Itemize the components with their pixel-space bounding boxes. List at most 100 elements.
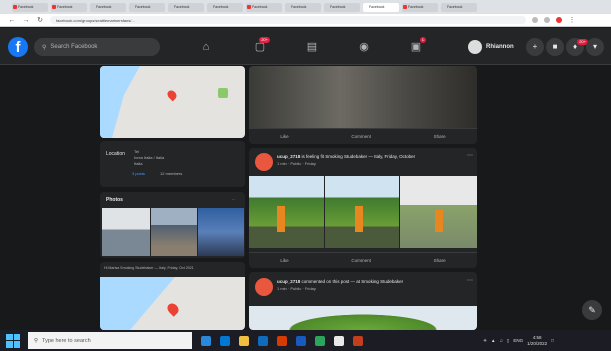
comment-button[interactable]: Comment — [351, 134, 371, 139]
share-button[interactable]: Share — [434, 258, 446, 263]
task-view-icon[interactable] — [201, 335, 211, 346]
post-photo[interactable] — [249, 176, 324, 248]
extension-icon[interactable] — [556, 17, 562, 23]
browser-tab[interactable]: Facebook — [129, 2, 165, 12]
weather-icon[interactable]: ☀ — [483, 338, 487, 344]
forward-icon[interactable]: → — [22, 17, 30, 24]
search-icon: ⚲ — [34, 337, 39, 344]
post-image[interactable] — [249, 66, 477, 128]
browser-tab[interactable]: Facebook — [12, 2, 48, 12]
photo-thumbnail[interactable] — [198, 208, 244, 256]
map-water — [100, 277, 175, 330]
photos-more-icon[interactable]: ... — [232, 196, 235, 201]
browser-tab[interactable]: Facebook — [324, 2, 360, 12]
browser-tab-strip: Facebook Facebook Facebook Facebook Face… — [0, 0, 611, 14]
avatar[interactable] — [255, 153, 273, 171]
post-options-icon[interactable]: ⋯ — [467, 277, 473, 284]
powerpoint-icon[interactable] — [353, 335, 363, 346]
menu-dots-icon[interactable]: ⋮ — [568, 16, 576, 24]
person-figure — [435, 210, 443, 232]
extension-icon[interactable] — [532, 17, 538, 23]
edge-icon[interactable] — [220, 335, 230, 346]
map-card: Hi Marisa Smoking Studebaker — Italy, Fr… — [100, 262, 245, 330]
location-map[interactable] — [100, 277, 245, 330]
gaming-tab-icon[interactable]: ▣ 1 — [396, 36, 436, 58]
post-author[interactable]: ucup_2718 — [277, 154, 300, 159]
notifications-icon[interactable]: ♦ 20+ — [566, 38, 588, 56]
browser-tab[interactable]: Facebook — [402, 2, 438, 12]
notification-center-icon[interactable]: □ — [551, 338, 554, 343]
like-button[interactable]: Like — [280, 258, 288, 263]
browser-tab[interactable]: Facebook — [90, 2, 126, 12]
gaming-badge: 1 — [419, 37, 426, 43]
language-icon[interactable]: ENG — [513, 338, 523, 343]
about-label: Location — [106, 151, 125, 157]
about-card: Location Tel Ivrea Italia / Italia Itali… — [100, 141, 245, 187]
create-icon[interactable]: + — [526, 38, 544, 56]
avatar[interactable] — [255, 278, 273, 296]
map-pin-icon — [165, 301, 181, 317]
map-water — [100, 66, 140, 138]
browser-tab[interactable]: Facebook — [246, 2, 282, 12]
about-stat[interactable]: 3 posts — [132, 171, 145, 176]
photo-thumbnail[interactable] — [151, 208, 197, 256]
post-meta: 1 min · Public · Friday — [277, 161, 316, 166]
map-pin-icon — [165, 88, 179, 102]
comment-button[interactable]: Comment — [351, 258, 371, 263]
back-icon[interactable]: ← — [8, 17, 16, 24]
post-options-icon[interactable]: ⋯ — [467, 152, 473, 159]
facebook-header: f ⚲ Search Facebook ⌂ ▢ 20+ ▤ ◉ ▣ 1 Rhiann… — [0, 28, 611, 65]
file-explorer-icon[interactable] — [239, 335, 249, 346]
person-figure — [355, 206, 363, 232]
share-button[interactable]: Share — [434, 134, 446, 139]
chrome-icon[interactable] — [315, 335, 325, 346]
clock[interactable]: 4:58 1/20/2022 — [527, 335, 547, 347]
video-badge: 20+ — [259, 37, 270, 43]
browser-tab-active[interactable]: Facebook — [363, 2, 399, 12]
system-tray: ☀ ▲ ♫ ▯ ENG 4:58 1/20/2022 □ — [483, 330, 554, 351]
facebook-logo-icon[interactable]: f — [8, 37, 28, 57]
marketplace-tab-icon[interactable]: ▤ — [292, 36, 332, 58]
browser-tab[interactable]: Facebook — [51, 2, 87, 12]
account-menu-icon[interactable]: ▾ — [586, 38, 604, 56]
post-meta: 1 min · Public · Friday — [277, 286, 316, 291]
video-tab-icon[interactable]: ▢ 20+ — [240, 36, 280, 58]
post-image[interactable] — [249, 306, 477, 330]
new-message-icon[interactable]: ✎ — [582, 300, 602, 320]
volume-icon[interactable]: ♫ — [500, 338, 503, 343]
post-actions: Like Comment Share — [249, 128, 477, 144]
location-map[interactable] — [100, 66, 245, 138]
home-tab-icon[interactable]: ⌂ — [186, 36, 226, 58]
post-author[interactable]: ucup_2718 — [277, 279, 300, 284]
photo-thumbnail[interactable] — [102, 208, 150, 256]
url-field[interactable]: facebook.com/groups/seattlemarinersfans/… — [50, 16, 526, 24]
post-title: commented on this post — at Smoking Stud… — [301, 279, 404, 284]
browser-tab[interactable]: Facebook — [168, 2, 204, 12]
photos-title: Photos — [106, 197, 123, 203]
reload-icon[interactable]: ↻ — [36, 16, 44, 24]
battery-icon[interactable]: ▯ — [507, 338, 509, 344]
browser-tab[interactable]: Facebook — [285, 2, 321, 12]
post: ucup_2718 is feeling fit Smoking Studeba… — [249, 148, 477, 268]
post-actions: Like Comment Share — [249, 252, 477, 268]
network-icon[interactable]: ▲ — [491, 338, 495, 343]
about-line: Ivrea Italia / Italia — [134, 155, 165, 160]
facebook-search-input[interactable]: ⚲ Search Facebook — [34, 38, 160, 56]
like-button[interactable]: Like — [280, 134, 288, 139]
extension-icon[interactable] — [544, 17, 550, 23]
profile-button[interactable]: Rhiannon — [468, 38, 514, 56]
map-caption: Hi Marisa Smoking Studebaker — Italy, Fr… — [104, 266, 194, 270]
about-stat: 12 members — [160, 171, 183, 176]
taskbar-search-input[interactable]: ⚲ Type here to search — [28, 332, 192, 349]
windows-start-icon[interactable] — [6, 333, 20, 348]
person-figure — [277, 206, 285, 232]
browser-tab[interactable]: Facebook — [441, 2, 477, 12]
mail-icon[interactable] — [258, 335, 268, 346]
browser-tab[interactable]: Facebook — [207, 2, 243, 12]
messenger-icon[interactable]: ■ — [546, 38, 564, 56]
word-icon[interactable] — [296, 335, 306, 346]
browser-address-bar: ← → ↻ facebook.com/groups/seattlemariner… — [0, 14, 611, 27]
app-icon[interactable] — [334, 335, 344, 346]
groups-tab-icon[interactable]: ◉ — [344, 36, 384, 58]
office-icon[interactable] — [277, 335, 287, 346]
